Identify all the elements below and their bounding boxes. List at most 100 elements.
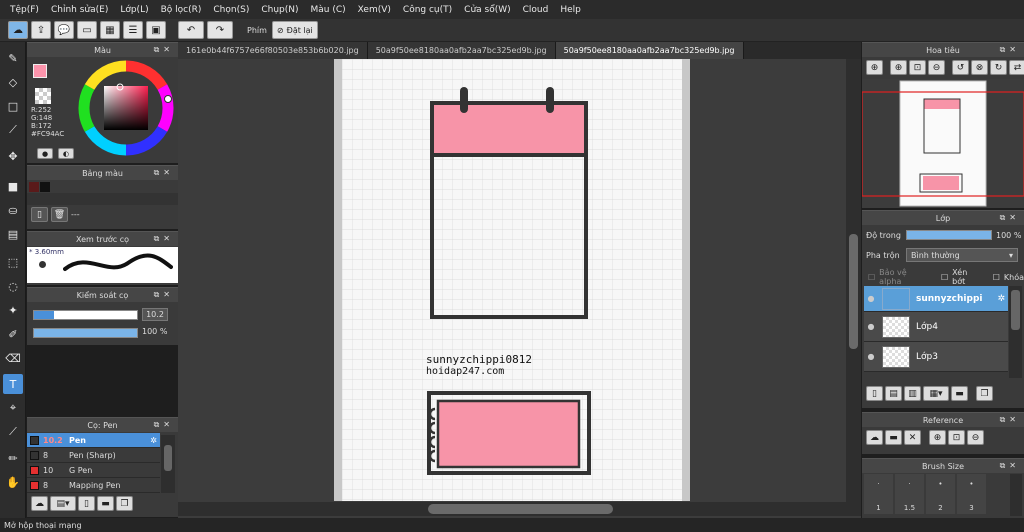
- text-tool-icon[interactable]: T: [3, 374, 23, 394]
- delete-icon[interactable]: ✕: [904, 430, 921, 445]
- palette-area[interactable]: [27, 193, 178, 205]
- brush-item-mapping-pen[interactable]: 8 Mapping Pen: [27, 478, 160, 493]
- flip-icon[interactable]: ⇄: [1009, 60, 1024, 75]
- brush-list-scrollbar[interactable]: [161, 435, 175, 493]
- rotate-reset-icon[interactable]: ⊗: [971, 60, 988, 75]
- gear-icon[interactable]: ✲: [997, 294, 1005, 304]
- select-eraser-icon[interactable]: ⌫: [3, 348, 23, 368]
- menu-capture[interactable]: Chụp(N): [255, 5, 304, 15]
- panel-controls-icon[interactable]: ⧉✕: [154, 45, 174, 55]
- brush-opacity-slider[interactable]: [33, 328, 138, 338]
- layer-item-lop4[interactable]: ● Lớp4: [864, 312, 1008, 342]
- tab-document-3[interactable]: 50a9f50ee8180aa0afb2aa7bc325ed9b.jpg: [555, 42, 744, 59]
- menu-tools[interactable]: Công cụ(T): [397, 5, 458, 15]
- layer-opacity-slider[interactable]: [906, 230, 992, 240]
- palette-swatch[interactable]: [40, 182, 50, 192]
- brush-size-slider[interactable]: [33, 310, 138, 320]
- marquee-tool-icon[interactable]: ⬚: [3, 252, 23, 272]
- copy-layer-icon[interactable]: ❐: [976, 386, 993, 401]
- layer-item-sunnyzchippi[interactable]: ● sunnyzchippi ✲: [864, 286, 1008, 312]
- blend-mode-select[interactable]: Bình thường ▾: [906, 248, 1018, 262]
- panel-controls-icon[interactable]: ⧉✕: [154, 234, 174, 244]
- select-pen-icon[interactable]: ✐: [3, 324, 23, 344]
- panel-controls-icon[interactable]: ⧉✕: [154, 168, 174, 178]
- new-layer-8bit-icon[interactable]: ▤: [885, 386, 902, 401]
- palette-swatch[interactable]: [29, 182, 39, 192]
- drawing-paper[interactable]: sunnyzchippi0812 hoidap247.com: [334, 59, 690, 501]
- rotate-left-icon[interactable]: ↺: [952, 60, 969, 75]
- menu-window[interactable]: Cửa sổ(W): [458, 5, 516, 15]
- menu-select[interactable]: Chọn(S): [207, 5, 255, 15]
- navigator-preview[interactable]: [861, 79, 1024, 208]
- edit-tool-icon[interactable]: ✏: [3, 448, 23, 468]
- color-mode-icon-1[interactable]: ●: [37, 148, 53, 159]
- vertical-scrollbar[interactable]: [846, 59, 861, 502]
- zoom-fit-icon[interactable]: ⊕: [866, 60, 883, 75]
- eyedropper-tool-icon[interactable]: ⟋: [3, 422, 23, 442]
- visibility-icon[interactable]: ●: [864, 294, 878, 303]
- cloud-icon[interactable]: ☁: [8, 21, 28, 39]
- grid-icon[interactable]: ▦: [100, 21, 120, 39]
- vertical-scroll-thumb[interactable]: [849, 234, 858, 349]
- brush-size-value[interactable]: 10.2: [142, 308, 168, 321]
- visibility-icon[interactable]: ●: [864, 322, 878, 331]
- zoom-in-icon[interactable]: ⊕: [929, 430, 946, 445]
- layer-list-scrollbar[interactable]: [1009, 286, 1022, 378]
- eraser-tool-icon[interactable]: ◇: [3, 72, 23, 92]
- transparent-swatch[interactable]: [35, 88, 51, 104]
- panel-controls-icon[interactable]: ⧉✕: [154, 420, 174, 430]
- delete-palette-icon[interactable]: 🗑: [51, 207, 68, 222]
- layer-item-lop3[interactable]: ● Lớp3: [864, 342, 1008, 372]
- add-layer-menu-icon[interactable]: ▦▾: [923, 386, 949, 401]
- zoom-out-icon[interactable]: ⊖: [928, 60, 945, 75]
- move-tool-icon[interactable]: ✥: [3, 146, 23, 166]
- menu-edit[interactable]: Chỉnh sửa(E): [45, 5, 114, 15]
- export-icon[interactable]: ⇪: [31, 21, 51, 39]
- brush-size-cell[interactable]: • 3: [957, 474, 986, 514]
- gear-icon[interactable]: ✲: [150, 436, 157, 445]
- chat-icon[interactable]: 💬: [54, 21, 74, 39]
- tab-document-2[interactable]: 50a9f50ee8180aa0afb2aa7bc325ed9b.jpg: [367, 42, 556, 59]
- zoom-actual-icon[interactable]: ⊡: [948, 430, 965, 445]
- menu-cloud[interactable]: Cloud: [517, 5, 555, 15]
- menu-color[interactable]: Màu (C): [305, 5, 352, 15]
- visibility-icon[interactable]: ●: [864, 352, 878, 361]
- magic-wand-icon[interactable]: ✦: [3, 300, 23, 320]
- zoom-out-icon[interactable]: ⊖: [967, 430, 984, 445]
- comment-icon[interactable]: ▭: [77, 21, 97, 39]
- panel-controls-icon[interactable]: ⧉✕: [154, 290, 174, 300]
- folder-icon[interactable]: ▬: [97, 496, 114, 511]
- new-layer-1bit-icon[interactable]: ▥: [904, 386, 921, 401]
- list-icon[interactable]: ☰: [123, 21, 143, 39]
- panel-controls-icon[interactable]: ⧉✕: [1000, 461, 1020, 471]
- menu-view[interactable]: Xem(V): [352, 5, 397, 15]
- menu-filter[interactable]: Bộ lọc(R): [155, 5, 208, 15]
- horizontal-scroll-thumb[interactable]: [428, 504, 613, 514]
- color-wheel[interactable]: [77, 59, 175, 157]
- fill-rect-tool-icon[interactable]: ■: [3, 176, 23, 196]
- menu-layer[interactable]: Lớp(L): [114, 5, 154, 15]
- undo-icon[interactable]: ↶: [178, 21, 204, 39]
- rect-select-tool-icon[interactable]: □: [3, 96, 23, 116]
- rotate-right-icon[interactable]: ↻: [990, 60, 1007, 75]
- cloud-icon[interactable]: ☁: [866, 430, 883, 445]
- new-palette-icon[interactable]: ▯: [31, 207, 48, 222]
- folder-icon[interactable]: ▬: [951, 386, 968, 401]
- canvas-area[interactable]: sunnyzchippi0812 hoidap247.com: [178, 59, 861, 518]
- hand-tool-icon[interactable]: ✋: [3, 472, 23, 492]
- menu-file[interactable]: Tệp(F): [4, 5, 45, 15]
- frame-icon[interactable]: ▣: [146, 21, 166, 39]
- foreground-color-swatch[interactable]: [33, 64, 47, 78]
- panel-controls-icon[interactable]: ⧉✕: [1000, 415, 1020, 425]
- zoom-in-icon[interactable]: ⊕: [890, 60, 907, 75]
- brush-size-cell[interactable]: · 1.5: [895, 474, 924, 514]
- protect-alpha-checkbox[interactable]: ☐: [868, 273, 875, 282]
- color-mode-icon-2[interactable]: ◐: [57, 148, 74, 159]
- brush-size-scrollbar[interactable]: [1010, 474, 1022, 516]
- clipping-checkbox[interactable]: ☐: [941, 273, 948, 282]
- bucket-tool-icon[interactable]: ⛀: [3, 200, 23, 220]
- cloud-brush-icon[interactable]: ☁: [31, 496, 48, 511]
- pointer-tool-icon[interactable]: ⌖: [3, 398, 23, 418]
- panel-controls-icon[interactable]: ⧉✕: [1000, 45, 1020, 55]
- new-brush-icon[interactable]: ▯: [78, 496, 95, 511]
